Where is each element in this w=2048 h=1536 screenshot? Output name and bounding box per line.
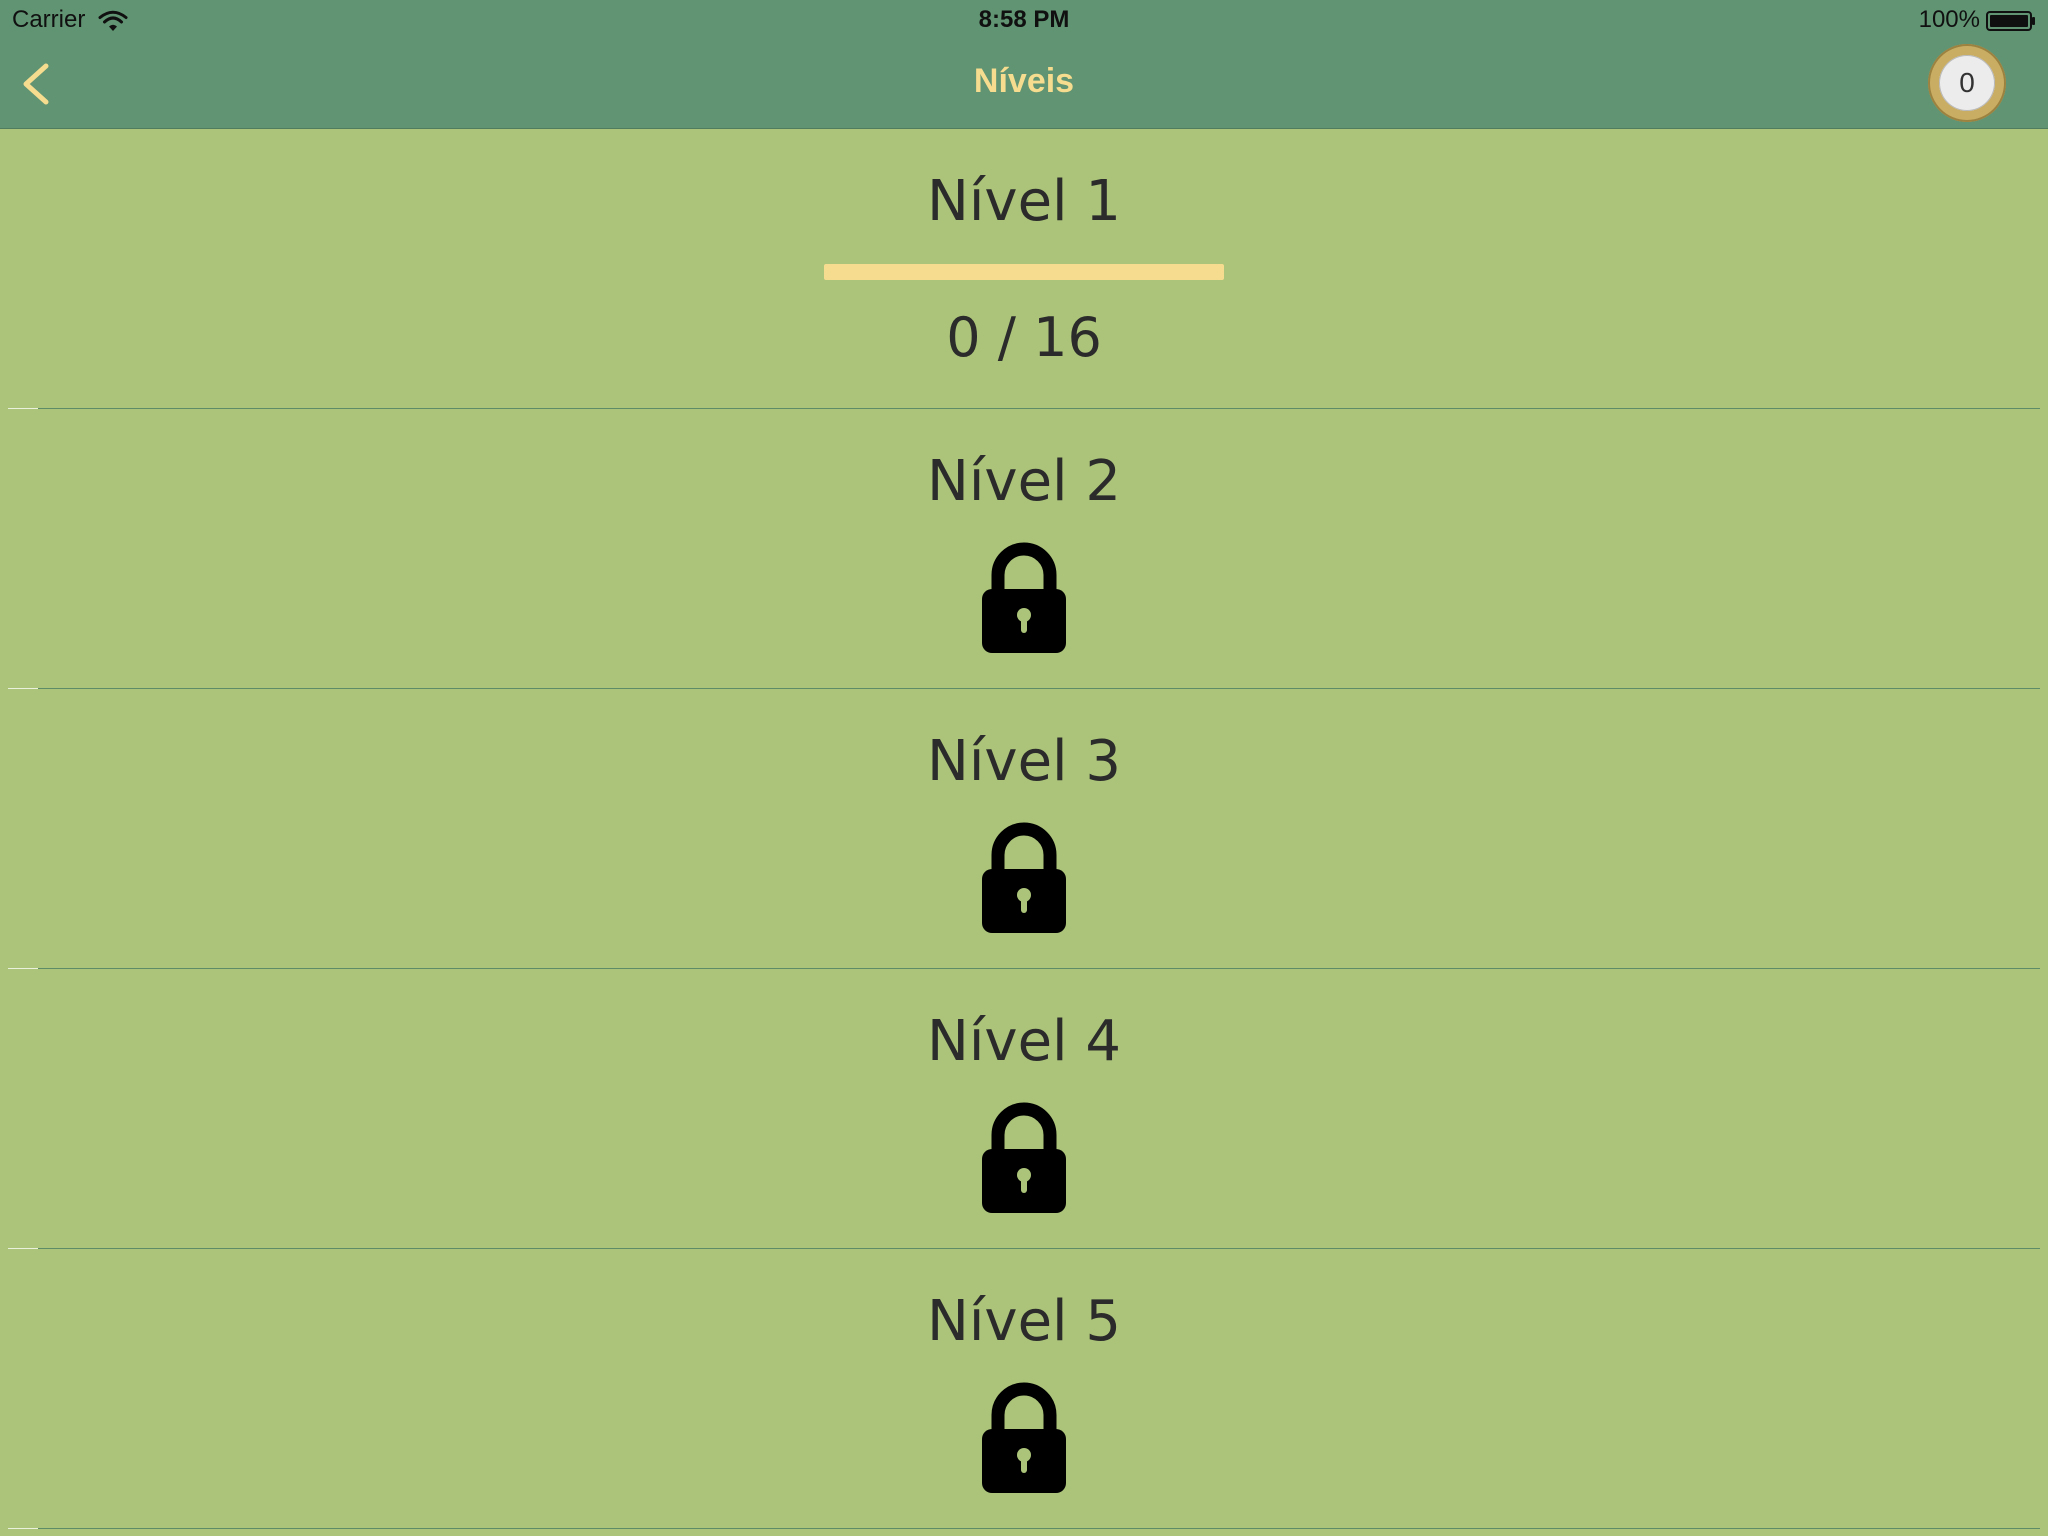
coin-counter-button[interactable]: 0	[1928, 44, 2006, 122]
clock-label: 8:58 PM	[978, 6, 1070, 33]
level-title: Nível 1	[926, 169, 1122, 234]
level-title: Nível 3	[926, 729, 1122, 794]
status-bar: Carrier 8:58 PM 100%	[0, 0, 2048, 40]
level-title: Nível 2	[926, 449, 1122, 514]
level-progress-bar	[824, 264, 1224, 280]
battery-icon	[1986, 11, 2035, 31]
battery-percent-label: 100%	[1918, 6, 1980, 33]
lock-icon	[982, 822, 1066, 933]
page-title: Níveis	[973, 62, 1075, 100]
level-row-4[interactable]: Nível 4	[0, 969, 2048, 1249]
level-list: Nível 1 0 / 16 Nível 2 Nível 3 Nível 4 N…	[0, 129, 2048, 1529]
lock-icon	[982, 542, 1066, 653]
level-row-2[interactable]: Nível 2	[0, 409, 2048, 689]
level-title: Nível 4	[926, 1009, 1122, 1074]
navigation-bar: Níveis 0	[0, 40, 2048, 129]
level-progress-count: 0 / 16	[946, 306, 1102, 369]
level-row-1[interactable]: Nível 1 0 / 16	[0, 129, 2048, 409]
level-row-5[interactable]: Nível 5	[0, 1249, 2048, 1529]
level-title: Nível 5	[926, 1289, 1122, 1354]
level-row-3[interactable]: Nível 3	[0, 689, 2048, 969]
lock-icon	[982, 1102, 1066, 1213]
lock-icon	[982, 1382, 1066, 1493]
coin-count: 0	[1939, 55, 1995, 111]
